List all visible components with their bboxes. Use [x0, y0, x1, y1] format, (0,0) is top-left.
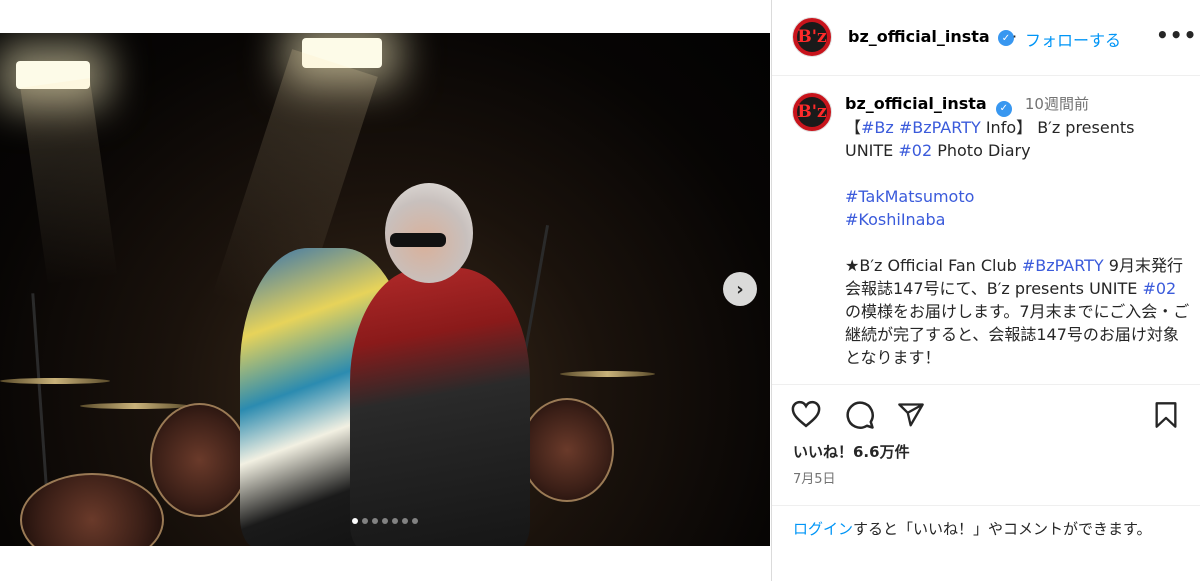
action-bar	[772, 384, 1200, 582]
post-time[interactable]: 10週間前	[1025, 95, 1089, 113]
sunglasses	[390, 233, 446, 247]
drum	[20, 473, 164, 546]
caption-text: ★B′z Official Fan Club	[845, 256, 1022, 275]
caption-text-line: 【#Bz #BzPARTY Info】 B′z presents	[845, 116, 1190, 139]
caption-text: 【	[845, 118, 862, 137]
carousel-dot	[352, 518, 358, 524]
more-icon[interactable]: •••	[1156, 23, 1197, 47]
hashtag-link[interactable]: #BzPARTY	[1022, 256, 1104, 275]
header-username[interactable]: bz_official_insta	[848, 27, 990, 46]
post-media: ›	[0, 0, 770, 581]
carousel-dot	[382, 518, 388, 524]
avatar[interactable]: B'z	[792, 17, 832, 57]
hashtag-link[interactable]: #BzPARTY	[899, 118, 981, 137]
caption-text: Photo Diary	[932, 141, 1031, 160]
light-beam	[20, 78, 118, 286]
hashtag-link[interactable]: #02	[1142, 279, 1176, 298]
share-icon[interactable]	[897, 401, 925, 429]
hashtag-link[interactable]: #Bz	[861, 118, 894, 137]
caption-text: の模様をお届けします。7月末までにご入会・ご継続が完了すると、会報誌147号のお…	[845, 302, 1190, 367]
carousel-dot	[392, 518, 398, 524]
carousel-dot	[372, 518, 378, 524]
caption-username[interactable]: bz_official_insta	[845, 94, 987, 113]
avatar-logo: B'z	[797, 97, 827, 127]
separator-dot: ·	[1012, 27, 1018, 46]
caption-text-line: UNITE #02 Photo Diary	[845, 139, 1190, 162]
verified-icon: ✓	[995, 100, 1012, 117]
cymbal	[0, 378, 110, 384]
likes-count[interactable]: いいね！6.6万件	[793, 441, 910, 462]
caption-paragraph: ★B′z Official Fan Club #BzPARTY 9月末発行会報誌…	[845, 254, 1190, 369]
performer-right	[350, 268, 530, 546]
next-slide-button[interactable]: ›	[723, 272, 757, 306]
post-caption: bz_official_insta ✓ 10週間前 【#Bz #BzPARTY …	[845, 92, 1190, 369]
login-divider	[772, 505, 1200, 506]
post-photo[interactable]	[0, 33, 770, 546]
bookmark-icon[interactable]	[1153, 401, 1179, 429]
avatar-logo: B'z	[797, 22, 827, 52]
caption-avatar[interactable]: B'z	[792, 92, 832, 132]
heart-icon[interactable]	[791, 400, 821, 428]
carousel-dot	[362, 518, 368, 524]
hashtag-link[interactable]: #KoshiInaba	[845, 208, 1190, 231]
cymbal	[80, 403, 190, 409]
post-header: B'z bz_official_insta ✓ · フォローする •••	[772, 0, 1200, 76]
chevron-right-icon: ›	[736, 278, 744, 300]
post-side-panel: B'z bz_official_insta ✓ · フォローする ••• B'z…	[771, 0, 1200, 581]
login-text: すると「いいね！」やコメントができます。	[853, 520, 1152, 538]
cymbal	[560, 371, 655, 377]
hashtag-link[interactable]: #TakMatsumoto	[845, 185, 1190, 208]
follow-button[interactable]: フォローする	[1025, 27, 1121, 51]
caption-text: UNITE	[845, 141, 899, 160]
carousel-indicator	[0, 518, 770, 524]
carousel-dot	[402, 518, 408, 524]
login-prompt: ログインすると「いいね！」やコメントができます。	[793, 518, 1188, 541]
login-link[interactable]: ログイン	[793, 520, 853, 538]
caption-line-1: bz_official_insta ✓ 10週間前	[845, 92, 1190, 117]
drum	[520, 398, 614, 502]
carousel-dot	[412, 518, 418, 524]
hashtag-link[interactable]: #02	[898, 141, 932, 160]
caption-text: Info】 B′z presents	[980, 118, 1135, 137]
drum	[150, 403, 249, 517]
comment-icon[interactable]	[845, 400, 875, 430]
post-date[interactable]: 7月5日	[793, 468, 836, 487]
